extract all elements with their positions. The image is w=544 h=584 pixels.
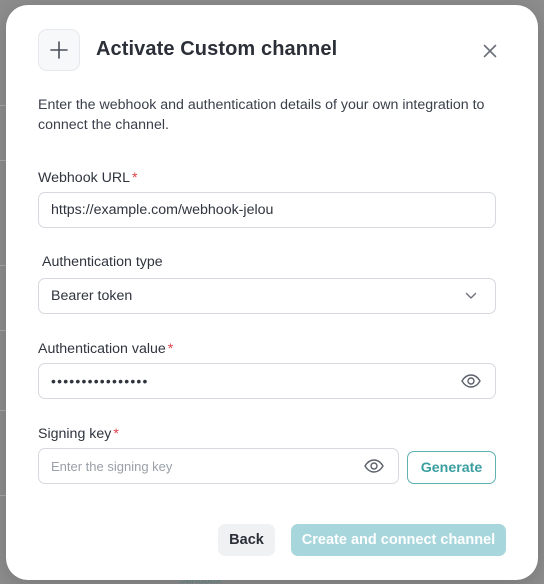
auth-value-input[interactable]: ••••••••••••••••: [38, 363, 496, 399]
create-and-connect-button[interactable]: Create and connect channel: [291, 524, 506, 556]
eye-icon[interactable]: [362, 454, 386, 478]
auth-value-masked: ••••••••••••••••: [51, 373, 149, 389]
plus-icon: [38, 29, 80, 71]
required-marker: *: [167, 341, 174, 357]
generate-button[interactable]: Generate: [407, 451, 496, 484]
webhook-url-label-text: Webhook URL: [38, 170, 131, 186]
signing-key-label-text: Signing key: [38, 426, 112, 442]
signing-key-placeholder: Enter the signing key: [51, 458, 173, 474]
modal-description: Enter the webhook and authentication det…: [38, 97, 485, 133]
activate-channel-modal: Activate Custom channel Enter the webhoo…: [6, 5, 538, 580]
signing-key-input[interactable]: Enter the signing key: [38, 448, 399, 484]
signing-key-label: Signing key *: [38, 426, 119, 442]
auth-type-selected-value: Bearer token: [51, 288, 133, 304]
webhook-url-input[interactable]: https://example.com/webhook-jelou: [38, 192, 496, 228]
auth-value-label-text: Authentication value: [38, 341, 166, 357]
close-button[interactable]: [478, 39, 502, 63]
auth-type-select[interactable]: Bearer token: [38, 278, 496, 314]
webhook-url-label: Webhook URL *: [38, 170, 138, 186]
required-marker: *: [132, 170, 138, 186]
modal-title: Activate Custom channel: [96, 38, 338, 60]
chevron-down-icon: [459, 284, 483, 308]
close-icon[interactable]: [483, 44, 497, 58]
webhook-url-value: https://example.com/webhook-jelou: [51, 202, 274, 218]
back-button[interactable]: Back: [218, 524, 275, 556]
auth-value-label: Authentication value *: [38, 341, 173, 357]
eye-icon[interactable]: [459, 369, 483, 393]
auth-type-label-text: Authentication type: [42, 254, 163, 270]
required-marker: *: [113, 426, 119, 442]
auth-type-label: Authentication type: [42, 254, 163, 270]
